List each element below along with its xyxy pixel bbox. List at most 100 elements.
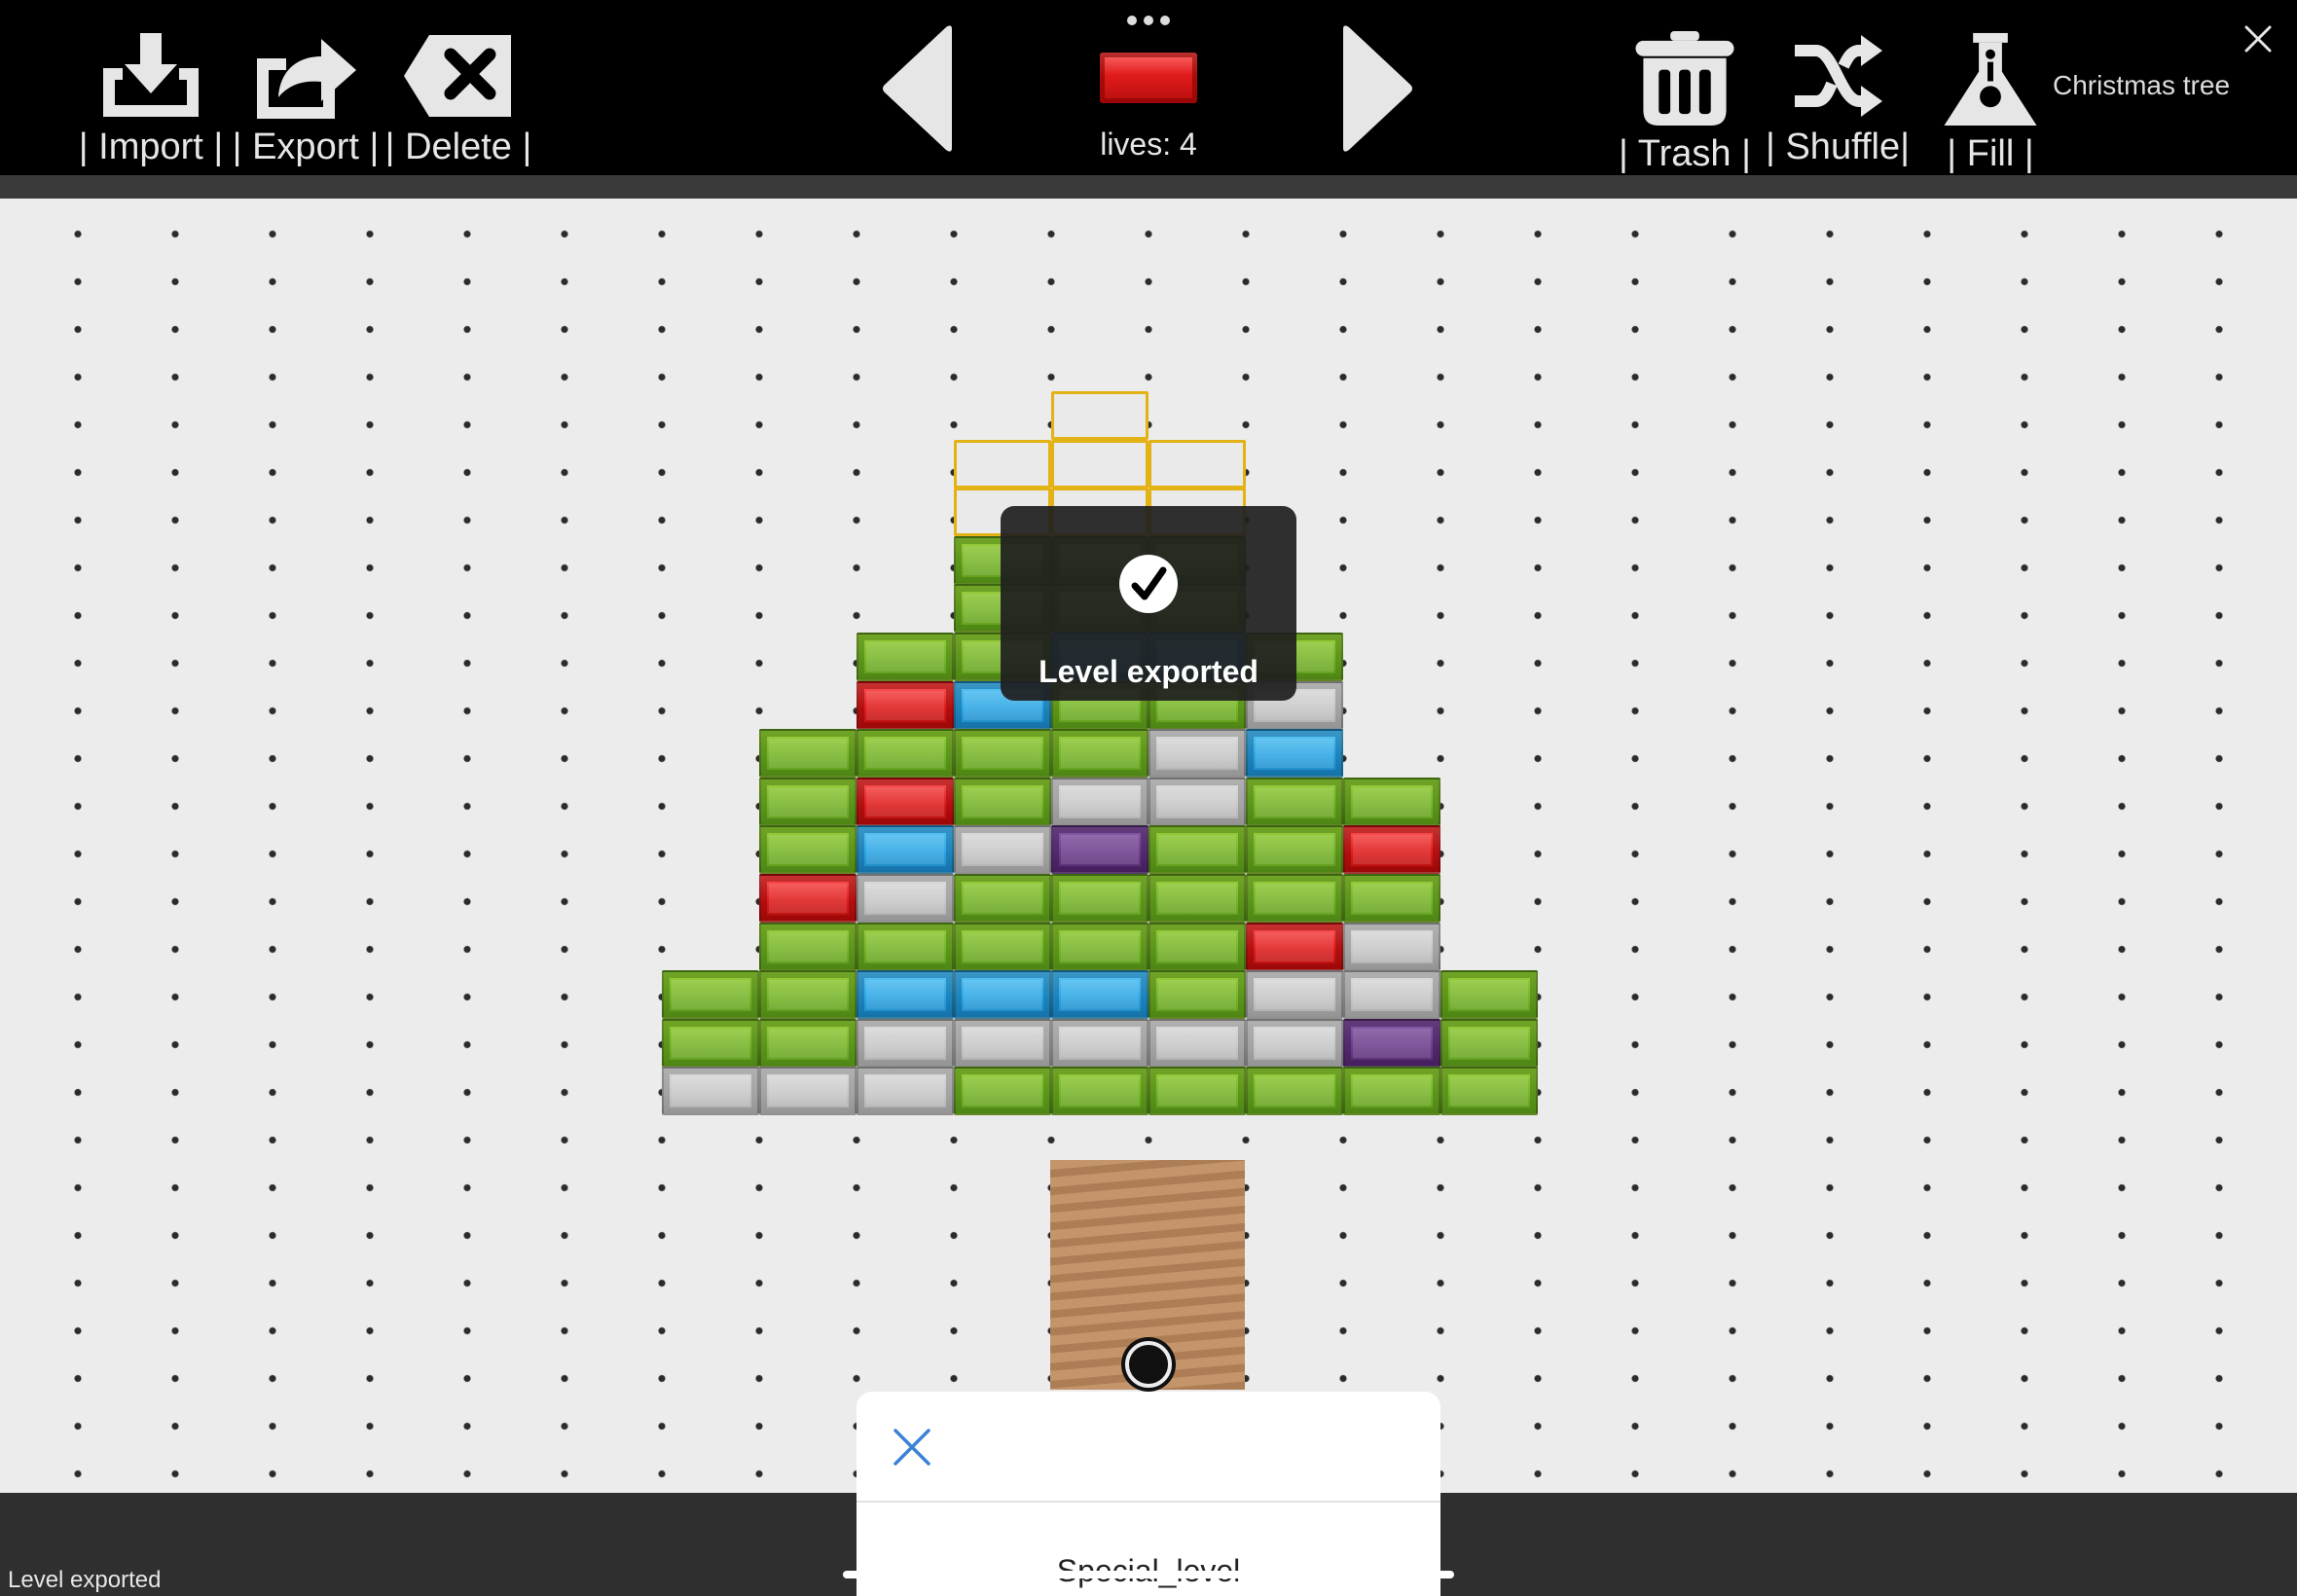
- sheet-close-icon[interactable]: [890, 1425, 934, 1469]
- level-sheet: Special_level: [857, 1392, 1440, 1596]
- green-brick[interactable]: [857, 633, 954, 682]
- green-brick[interactable]: [759, 777, 857, 826]
- green-brick[interactable]: [1440, 1018, 1538, 1068]
- green-brick[interactable]: [857, 729, 954, 779]
- shuffle-button[interactable]: | Shuffle|: [1760, 29, 1915, 175]
- red-brick[interactable]: [857, 777, 954, 826]
- green-brick[interactable]: [1148, 1067, 1246, 1116]
- sheet-divider: [857, 1501, 1440, 1503]
- gray-brick[interactable]: [662, 1067, 759, 1116]
- green-brick[interactable]: [1246, 1067, 1343, 1116]
- green-brick[interactable]: [1246, 825, 1343, 875]
- green-brick[interactable]: [1148, 874, 1246, 924]
- gray-brick[interactable]: [1246, 970, 1343, 1020]
- green-brick[interactable]: [954, 729, 1051, 779]
- delete-label: | Delete |: [384, 127, 532, 167]
- more-options-icon[interactable]: [1127, 16, 1170, 27]
- delete-icon: [404, 35, 511, 117]
- gray-brick[interactable]: [1246, 1018, 1343, 1068]
- gray-brick[interactable]: [759, 1067, 857, 1116]
- fill-button[interactable]: | Fill |: [1908, 29, 2073, 175]
- gray-brick[interactable]: [1051, 777, 1148, 826]
- trash-label: | Trash |: [1619, 133, 1751, 174]
- green-brick[interactable]: [1051, 874, 1148, 924]
- green-brick[interactable]: [1343, 874, 1440, 924]
- white-brick[interactable]: [1148, 439, 1246, 489]
- gray-brick[interactable]: [1051, 1018, 1148, 1068]
- toast-message: Level exported: [1039, 654, 1258, 689]
- green-brick[interactable]: [1148, 825, 1246, 875]
- green-brick[interactable]: [954, 922, 1051, 971]
- green-brick[interactable]: [954, 777, 1051, 826]
- selected-brick[interactable]: [1100, 53, 1197, 103]
- gray-brick[interactable]: [857, 874, 954, 924]
- green-brick[interactable]: [1148, 970, 1246, 1020]
- green-brick[interactable]: [1246, 874, 1343, 924]
- green-brick[interactable]: [662, 1018, 759, 1068]
- delete-button[interactable]: | Delete |: [366, 29, 551, 175]
- gray-brick[interactable]: [1343, 970, 1440, 1020]
- green-brick[interactable]: [759, 922, 857, 971]
- green-brick[interactable]: [1051, 1067, 1148, 1116]
- previous-arrow-icon[interactable]: [876, 23, 960, 154]
- status-text: Level exported: [8, 1567, 162, 1593]
- next-arrow-icon[interactable]: [1335, 23, 1419, 154]
- blue-brick[interactable]: [954, 970, 1051, 1020]
- ball[interactable]: [1125, 1341, 1172, 1388]
- purple-brick[interactable]: [1051, 825, 1148, 875]
- red-brick[interactable]: [1246, 922, 1343, 971]
- green-brick[interactable]: [954, 874, 1051, 924]
- close-icon[interactable]: [2239, 19, 2278, 58]
- import-button[interactable]: | Import |: [58, 29, 243, 175]
- trash-button[interactable]: | Trash |: [1592, 29, 1777, 175]
- gray-brick[interactable]: [857, 1018, 954, 1068]
- green-brick[interactable]: [1440, 970, 1538, 1020]
- export-toast: Level exported: [1001, 506, 1296, 701]
- home-indicator: [843, 1571, 1454, 1578]
- green-brick[interactable]: [759, 970, 857, 1020]
- red-brick[interactable]: [759, 874, 857, 924]
- gray-brick[interactable]: [1343, 922, 1440, 971]
- blue-brick[interactable]: [857, 970, 954, 1020]
- green-brick[interactable]: [1051, 922, 1148, 971]
- green-brick[interactable]: [1148, 922, 1246, 971]
- gray-brick[interactable]: [1148, 1018, 1246, 1068]
- export-icon: [257, 39, 356, 119]
- green-brick[interactable]: [759, 1018, 857, 1068]
- gray-brick[interactable]: [954, 825, 1051, 875]
- green-brick[interactable]: [1246, 777, 1343, 826]
- white-brick[interactable]: [954, 439, 1051, 489]
- green-brick[interactable]: [857, 922, 954, 971]
- red-brick[interactable]: [1343, 825, 1440, 875]
- toolbar-shadow: [0, 175, 2297, 199]
- flask-icon: [1944, 32, 2037, 127]
- checkmark-icon: [1119, 555, 1178, 613]
- purple-brick[interactable]: [1343, 1018, 1440, 1068]
- green-brick[interactable]: [1343, 777, 1440, 826]
- shuffle-label: | Shuffle|: [1766, 127, 1910, 167]
- export-label: | Export |: [232, 127, 380, 167]
- blue-brick[interactable]: [1246, 729, 1343, 779]
- lives-counter: lives: 4: [1100, 127, 1197, 162]
- shuffle-icon: [1795, 35, 1882, 117]
- export-button[interactable]: | Export |: [233, 29, 379, 175]
- red-brick[interactable]: [857, 680, 954, 730]
- green-brick[interactable]: [1051, 729, 1148, 779]
- gray-brick[interactable]: [1148, 777, 1246, 826]
- green-brick[interactable]: [759, 825, 857, 875]
- gray-brick[interactable]: [954, 1018, 1051, 1068]
- green-brick[interactable]: [1343, 1067, 1440, 1116]
- white-brick[interactable]: [1051, 391, 1148, 441]
- gray-brick[interactable]: [857, 1067, 954, 1116]
- blue-brick[interactable]: [857, 825, 954, 875]
- gray-brick[interactable]: [1148, 729, 1246, 779]
- import-label: | Import |: [78, 127, 224, 167]
- green-brick[interactable]: [954, 1067, 1051, 1116]
- fill-label: | Fill |: [1947, 133, 2034, 174]
- import-icon: [103, 33, 199, 117]
- green-brick[interactable]: [662, 970, 759, 1020]
- green-brick[interactable]: [759, 729, 857, 779]
- white-brick[interactable]: [1051, 439, 1148, 489]
- green-brick[interactable]: [1440, 1067, 1538, 1116]
- blue-brick[interactable]: [1051, 970, 1148, 1020]
